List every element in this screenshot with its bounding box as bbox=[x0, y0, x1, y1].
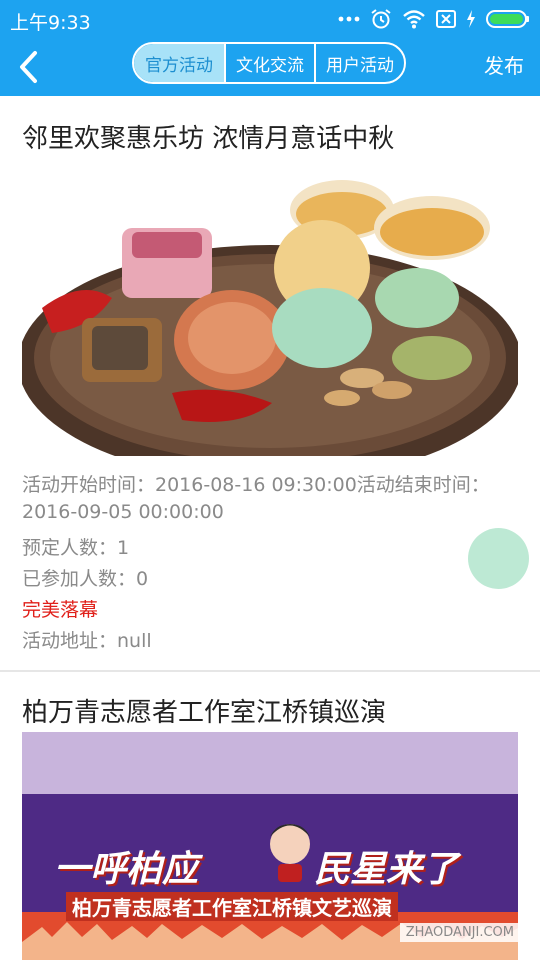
activity-list: 邻里欢聚惠乐坊 浓情月意话中秋 活动开始时间：2016-08-16 09:30:… bbox=[0, 96, 540, 960]
activity-time-start-end: 活动开始时间：2016-08-16 09:30:00活动结束时间： bbox=[22, 474, 490, 496]
watermark: ZHAODANJI.COM bbox=[399, 923, 520, 942]
app-bar: 官方活动 文化交流 用户活动 发布 bbox=[0, 38, 540, 96]
status-time: 上午9:33 bbox=[10, 12, 91, 34]
tab-cultural-exchange[interactable]: 文化交流 bbox=[224, 44, 314, 82]
activity-title: 柏万青志愿者工作室江桥镇巡演 bbox=[22, 698, 387, 728]
floating-action-button[interactable] bbox=[468, 528, 529, 589]
activity-image-mooncakes bbox=[22, 158, 518, 456]
sim-off-icon bbox=[436, 10, 456, 28]
activity-card[interactable]: 邻里欢聚惠乐坊 浓情月意话中秋 活动开始时间：2016-08-16 09:30:… bbox=[0, 96, 540, 671]
battery-icon bbox=[486, 10, 529, 28]
back-button[interactable] bbox=[8, 44, 48, 90]
banner-slogan-left: 一呼柏应 bbox=[54, 849, 199, 890]
banner-subtitle: 柏万青志愿者工作室江桥镇文艺巡演 bbox=[66, 892, 398, 921]
activity-time-end-value: 2016-09-05 00:00:00 bbox=[22, 501, 224, 523]
alarm-icon bbox=[371, 9, 391, 29]
wifi-icon bbox=[403, 10, 425, 29]
status-icons bbox=[338, 7, 530, 31]
activity-reserved-count: 预定人数：1 bbox=[22, 537, 130, 559]
tab-official-activities[interactable]: 官方活动 bbox=[134, 44, 224, 82]
activity-address: 活动地址：null bbox=[22, 630, 152, 652]
banner-slogan-right: 民星来了 bbox=[314, 849, 459, 890]
activity-status-badge: 完美落幕 bbox=[22, 599, 99, 621]
more-dots-icon bbox=[338, 16, 360, 22]
publish-button[interactable]: 发布 bbox=[484, 50, 524, 82]
status-bar: 上午9:33 bbox=[0, 0, 540, 38]
chevron-left-icon bbox=[20, 51, 37, 83]
phone-screen: 上午9:33 官方活动 文化交流 用户活动 发布 邻里欢聚惠乐坊 浓情月意话中秋 bbox=[0, 0, 540, 960]
activity-type-tabs: 官方活动 文化交流 用户活动 bbox=[132, 42, 406, 84]
activity-card[interactable]: 柏万青志愿者工作室江桥镇巡演 一呼柏应 民星来了 柏万青志愿者工作室江桥镇文艺巡… bbox=[0, 672, 540, 960]
charging-icon bbox=[467, 10, 475, 28]
activity-title: 邻里欢聚惠乐坊 浓情月意话中秋 bbox=[22, 124, 395, 154]
activity-joined-count: 已参加人数：0 bbox=[22, 568, 149, 590]
tab-user-activities[interactable]: 用户活动 bbox=[314, 44, 404, 82]
